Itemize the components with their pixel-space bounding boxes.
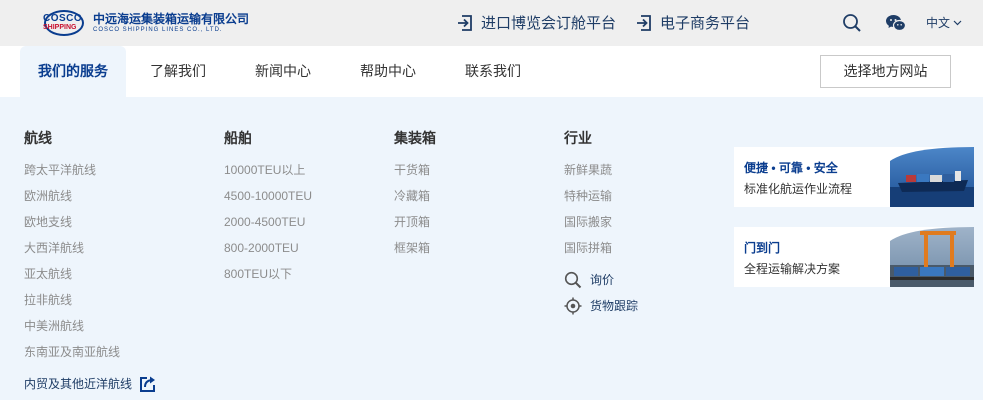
nav-item-news[interactable]: 新闻中心 — [241, 46, 325, 97]
rail-terminal-image — [890, 227, 974, 287]
menu-item[interactable]: 4500-10000TEU — [224, 189, 312, 215]
menu-item[interactable]: 大西洋航线 — [24, 241, 157, 267]
external-link-icon — [140, 376, 156, 392]
wechat-icon[interactable] — [885, 12, 907, 34]
menu-item[interactable]: 欧地支线 — [24, 215, 157, 241]
menu-column-vessels: 船舶 10000TEU以上 4500-10000TEU 2000-4500TEU… — [224, 128, 312, 293]
menu-item[interactable]: 2000-4500TEU — [224, 215, 312, 241]
main-nav: 我们的服务 了解我们 新闻中心 帮助中心 联系我们 选择地方网站 — [0, 46, 983, 97]
top-bar: COSCO SHIPPING 中远海运集装箱运输有限公司 COSCO SHIPP… — [0, 0, 983, 46]
domestic-routes-label: 内贸及其他近洋航线 — [24, 377, 133, 391]
cargo-tracking-label: 货物跟踪 — [590, 299, 639, 313]
menu-heading-containers: 集装箱 — [394, 130, 436, 146]
search-icon[interactable] — [841, 12, 863, 34]
quote-link[interactable]: 询价 — [564, 267, 638, 293]
menu-item[interactable]: 中美洲航线 — [24, 319, 157, 345]
chevron-down-icon — [953, 20, 962, 26]
menu-item[interactable]: 框架箱 — [394, 241, 436, 267]
nav-item-about[interactable]: 了解我们 — [136, 46, 220, 97]
promo-card-title: 门到门 — [744, 241, 781, 255]
nav-item-contact[interactable]: 联系我们 — [451, 46, 535, 97]
language-label: 中文 — [926, 16, 951, 30]
menu-item[interactable]: 跨太平洋航线 — [24, 163, 157, 189]
container-ship-image — [890, 147, 974, 207]
logo-mark-top: COSCO — [43, 13, 83, 24]
nav-item-help[interactable]: 帮助中心 — [346, 46, 430, 97]
menu-item[interactable]: 800TEU以下 — [224, 267, 312, 293]
menu-item[interactable]: 亚太航线 — [24, 267, 157, 293]
logo-name-cn: 中远海运集装箱运输有限公司 — [93, 11, 250, 26]
target-icon — [564, 297, 582, 315]
promo-card-subtitle: 标准化航运作业流程 — [744, 182, 853, 196]
logo-name-en: COSCO SHIPPING LINES CO., LTD. — [93, 26, 223, 33]
company-logo[interactable]: COSCO SHIPPING 中远海运集装箱运输有限公司 COSCO SHIPP… — [40, 7, 249, 39]
expo-booking-label: 进口博览会订舱平台 — [481, 15, 617, 32]
nav-item-services[interactable]: 我们的服务 — [20, 46, 126, 97]
quote-label: 询价 — [590, 273, 615, 287]
cargo-tracking-link[interactable]: 货物跟踪 — [564, 293, 638, 319]
logo-mark-bottom: SHIPPING — [43, 24, 77, 31]
menu-heading-routes: 航线 — [24, 130, 52, 146]
menu-item[interactable]: 10000TEU以上 — [224, 163, 312, 189]
menu-heading-vessels: 船舶 — [224, 130, 252, 146]
menu-item[interactable]: 新鲜果蔬 — [564, 163, 638, 189]
menu-item[interactable]: 欧洲航线 — [24, 189, 157, 215]
menu-column-industry: 行业 新鲜果蔬 特种运输 国际搬家 国际拼箱 询价 货物跟踪 — [564, 128, 638, 319]
expo-booking-link[interactable]: 进口博览会订舱平台 — [457, 12, 616, 33]
domestic-routes-link[interactable]: 内贸及其他近洋航线 — [24, 371, 157, 397]
menu-item[interactable]: 开顶箱 — [394, 215, 436, 241]
cosco-logo-mark: COSCO SHIPPING — [40, 9, 88, 37]
menu-heading-industry: 行业 — [564, 130, 592, 146]
language-selector[interactable]: 中文 — [926, 14, 962, 31]
menu-item[interactable]: 国际搬家 — [564, 215, 638, 241]
login-arrow-icon — [458, 14, 472, 31]
menu-item[interactable]: 冷藏箱 — [394, 189, 436, 215]
magnifier-icon — [564, 271, 582, 289]
menu-item[interactable]: 特种运输 — [564, 189, 638, 215]
promo-card-title: 便捷 • 可靠 • 安全 — [744, 161, 838, 175]
promo-card-safety[interactable]: 便捷 • 可靠 • 安全 标准化航运作业流程 — [734, 147, 974, 207]
select-region-button[interactable]: 选择地方网站 — [820, 55, 951, 88]
menu-column-containers: 集装箱 干货箱 冷藏箱 开顶箱 框架箱 — [394, 128, 436, 267]
menu-item[interactable]: 800-2000TEU — [224, 241, 312, 267]
promo-card-subtitle: 全程运输解决方案 — [744, 262, 841, 276]
menu-item[interactable]: 干货箱 — [394, 163, 436, 189]
ecommerce-label: 电子商务平台 — [660, 15, 751, 32]
menu-item[interactable]: 国际拼箱 — [564, 241, 638, 267]
menu-item[interactable]: 东南亚及南亚航线 — [24, 345, 157, 371]
menu-item[interactable]: 拉非航线 — [24, 293, 157, 319]
login-arrow-icon — [637, 14, 651, 31]
promo-card-door-to-door[interactable]: 门到门 全程运输解决方案 — [734, 227, 974, 287]
menu-column-routes: 航线 跨太平洋航线 欧洲航线 欧地支线 大西洋航线 亚太航线 拉非航线 中美洲航… — [24, 128, 157, 397]
ecommerce-link[interactable]: 电子商务平台 — [636, 12, 750, 33]
